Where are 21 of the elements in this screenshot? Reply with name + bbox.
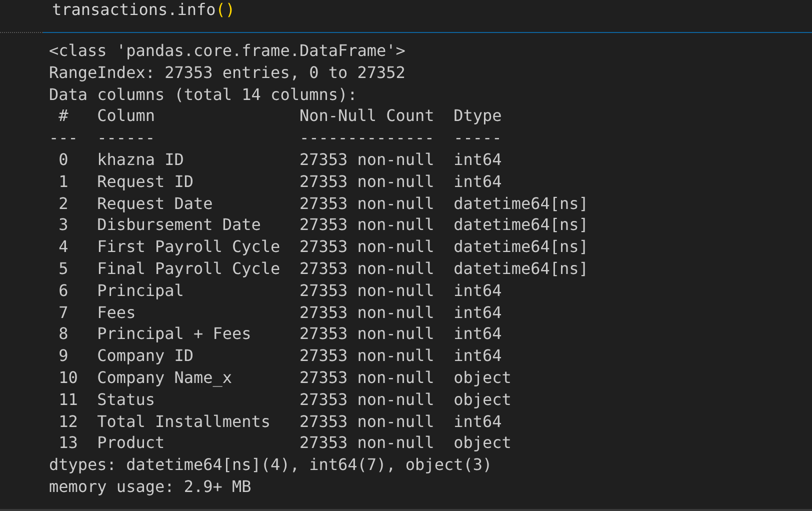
output-line: 9 Company ID 27353 non-null int64 xyxy=(58,345,503,367)
output-line: 7 Fees 27353 non-null int64 xyxy=(58,302,503,324)
output-line: 12 Total Installments 27353 non-null int64 xyxy=(58,410,503,432)
output-line: 8 Principal + Fees 27353 non-null int64 xyxy=(58,323,503,346)
output-line: 2 Request Date 27353 non-null datetime64[ns] xyxy=(58,192,588,214)
output-line: 0 khazna ID 27353 non-null int64 xyxy=(58,148,503,171)
output-line: 3 Disbursement Date 27353 non-null datetime64[ns] xyxy=(58,214,588,236)
output-line: 11 Status 27353 non-null object xyxy=(58,388,512,411)
output-line: <class 'pandas.core.frame.DataFrame'> xyxy=(49,40,406,62)
output-line: dtypes: datetime64[ns](4), int64(7), object(3) xyxy=(49,454,492,476)
output-line: 10 Company Name_x 27353 non-null object xyxy=(58,366,512,389)
output-line: 5 Final Payroll Cycle 27353 non-null datetime64[ns] xyxy=(58,258,588,280)
output-line: memory usage: 2.9+ MB xyxy=(49,476,252,498)
output-line: Data columns (total 14 columns): xyxy=(49,84,358,106)
output-line: RangeIndex: 27353 entries, 0 to 27352 xyxy=(49,62,406,84)
output-line: --- ------ -------------- ----- xyxy=(49,127,503,149)
output-line: 6 Principal 27353 non-null int64 xyxy=(58,280,503,302)
output-line: 1 Request ID 27353 non-null int64 xyxy=(58,170,503,193)
output-line: 13 Product 27353 non-null object xyxy=(58,432,512,454)
output-line: 4 First Payroll Cycle 27353 non-null datetime64[ns] xyxy=(58,236,588,258)
output-line: # Column Non-Null Count Dtype xyxy=(58,105,503,128)
